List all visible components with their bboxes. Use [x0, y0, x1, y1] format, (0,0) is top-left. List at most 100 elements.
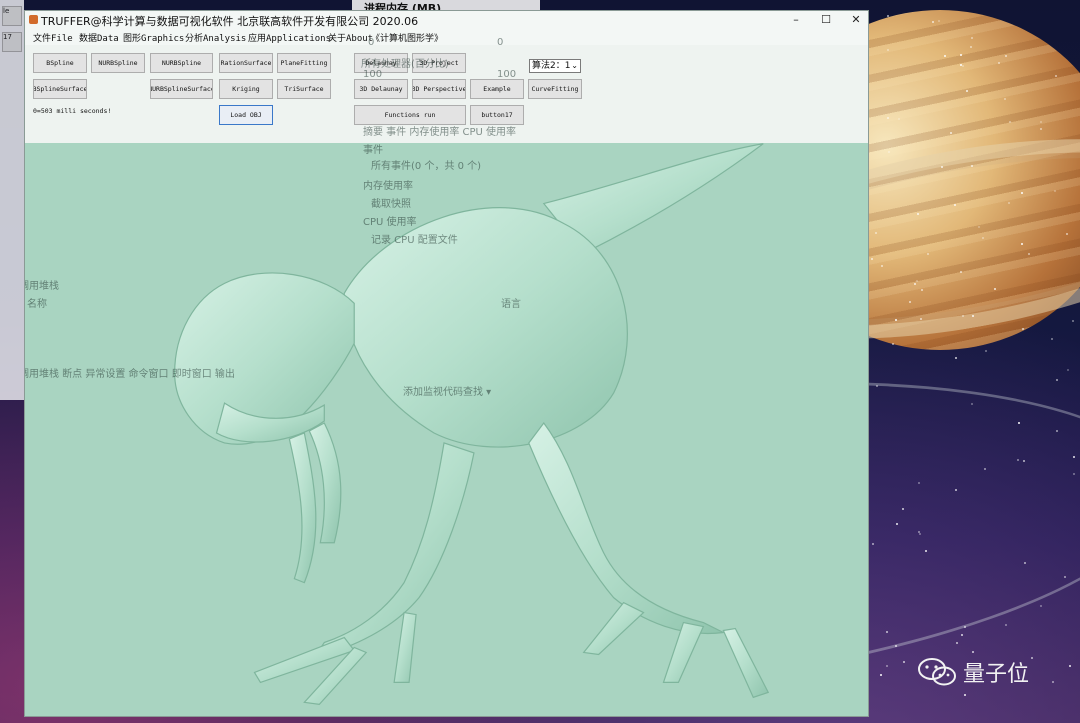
star — [1021, 191, 1024, 194]
curvefitting-button[interactable]: CurveFitting — [528, 79, 582, 99]
maximize-button[interactable]: ☐ — [811, 11, 841, 29]
ghost-tabs: 摘要 事件 内存使用率 CPU 使用率 — [363, 127, 517, 138]
star — [1068, 665, 1071, 668]
star — [1007, 201, 1010, 204]
app-icon — [29, 15, 38, 24]
star — [972, 650, 975, 653]
timing-label: 0=503 milli seconds! — [33, 107, 112, 115]
window-title: TRUFFER@科学计算与数据可视化软件 北京联高软件开发有限公司 2020.0… — [41, 15, 419, 28]
ghost-hundred: 100 — [363, 69, 383, 80]
kriging-button[interactable]: Kriging — [219, 79, 273, 99]
algorithm-select-value: 算法2：1 — [532, 61, 571, 71]
star — [1051, 337, 1054, 340]
menu-analysis[interactable]: 分析Analysis — [185, 31, 246, 44]
star — [1040, 605, 1043, 608]
close-button[interactable]: ✕ — [841, 11, 868, 29]
ghost-snapshot: 截取快照 — [371, 199, 411, 210]
star — [970, 402, 973, 405]
star — [917, 212, 920, 215]
star — [886, 15, 889, 18]
star — [915, 280, 918, 283]
star — [894, 318, 897, 321]
star — [1055, 379, 1058, 382]
ghost-processors: 所有处理器(百分比) — [361, 59, 449, 70]
star — [1022, 327, 1025, 330]
background-button: 17 — [2, 32, 22, 52]
minimize-button[interactable]: – — [781, 11, 811, 29]
menu-file[interactable]: 文件File — [33, 31, 73, 44]
dinosaur-model — [174, 143, 770, 705]
rationsurface-button[interactable]: RationSurface — [219, 53, 273, 73]
watermark: 量子位 — [917, 656, 1029, 688]
star — [880, 264, 883, 267]
star — [984, 349, 987, 352]
title-bar[interactable]: TRUFFER@科学计算与数据可视化软件 北京联高软件开发有限公司 2020.0… — [25, 11, 868, 29]
star — [1072, 456, 1075, 459]
star — [997, 62, 1000, 64]
star — [1008, 121, 1011, 124]
background-window-left: le 17 — [0, 0, 24, 400]
star — [971, 315, 974, 318]
background-button: le — [2, 6, 22, 26]
3d-delaunay-button[interactable]: 3D Delaunay — [354, 79, 408, 99]
chevron-down-icon: ⌄ — [571, 61, 578, 70]
star — [954, 488, 957, 491]
functions-run-button[interactable]: Functions run — [354, 105, 466, 125]
star — [880, 674, 883, 677]
star — [955, 641, 958, 644]
watermark-text: 量子位 — [963, 662, 1030, 687]
ghost-hundred: 100 — [497, 69, 517, 80]
star — [961, 633, 964, 636]
ghost-bottom-tabs: 调用堆栈 断点 异常设置 命令窗口 即时窗口 输出 — [24, 369, 235, 380]
render-canvas[interactable] — [25, 143, 868, 717]
star — [1016, 458, 1019, 461]
menu-computer-graphics[interactable]: 《计算机图形学》 — [371, 31, 443, 44]
star — [1054, 75, 1057, 78]
menu-applications[interactable]: 应用Applications — [248, 31, 331, 44]
algorithm-select[interactable]: 算法2：1 ⌄ — [529, 59, 581, 73]
star — [1072, 319, 1075, 322]
example-button[interactable]: Example — [470, 79, 524, 99]
star — [908, 301, 911, 303]
ghost-call-stack: 调用堆栈 — [25, 281, 59, 292]
star — [966, 89, 969, 92]
nurbsplinesurface-button[interactable]: NURBSplineSurface — [150, 79, 213, 99]
star — [1053, 189, 1056, 192]
ghost-memory: 内存使用率 — [363, 181, 413, 192]
star — [1004, 54, 1007, 57]
star — [1005, 624, 1008, 627]
ghost-events: 事件 — [363, 145, 383, 156]
ghost-cpu: CPU 使用率 — [363, 217, 417, 228]
star — [963, 694, 966, 697]
menu-graphics[interactable]: 图形Graphics — [123, 31, 184, 44]
ghost-name: 名称 — [27, 299, 47, 310]
3d-perspective-button[interactable]: 3D Perspective — [412, 79, 466, 99]
star — [1023, 561, 1026, 564]
star — [949, 132, 952, 135]
star — [1023, 459, 1026, 462]
star — [960, 270, 963, 273]
button17[interactable]: button17 — [470, 105, 524, 125]
menu-data[interactable]: 数据Data — [79, 31, 119, 44]
ghost-record-cpu: 记录 CPU 配置文件 — [371, 235, 458, 246]
nurbspline-button[interactable]: NURBSpline — [91, 53, 145, 73]
star — [886, 665, 889, 668]
bsplinesurface-button[interactable]: BSplineSurface — [33, 79, 87, 99]
star — [901, 507, 904, 510]
menu-bar: 文件File 数据Data 图形Graphics 分析Analysis 应用Ap… — [25, 29, 868, 45]
ghost-zero: 0 — [368, 37, 375, 48]
trisurface-button[interactable]: TriSurface — [277, 79, 331, 99]
planefitting-button[interactable]: PlaneFitting — [277, 53, 331, 73]
nurbspline-button-2[interactable]: NURBSpline — [150, 53, 213, 73]
star — [926, 253, 929, 256]
star — [1051, 680, 1054, 683]
wechat-icon — [918, 658, 956, 686]
star — [937, 19, 940, 22]
ghost-zero: 0 — [497, 37, 504, 48]
star — [955, 357, 958, 360]
bspline-button[interactable]: BSpline — [33, 53, 87, 73]
load-obj-button[interactable]: Load OBJ — [219, 105, 273, 125]
ghost-all-events: 所有事件(0 个，共 0 个) — [371, 161, 482, 172]
menu-about[interactable]: 关于About — [328, 31, 373, 44]
star — [970, 165, 973, 168]
